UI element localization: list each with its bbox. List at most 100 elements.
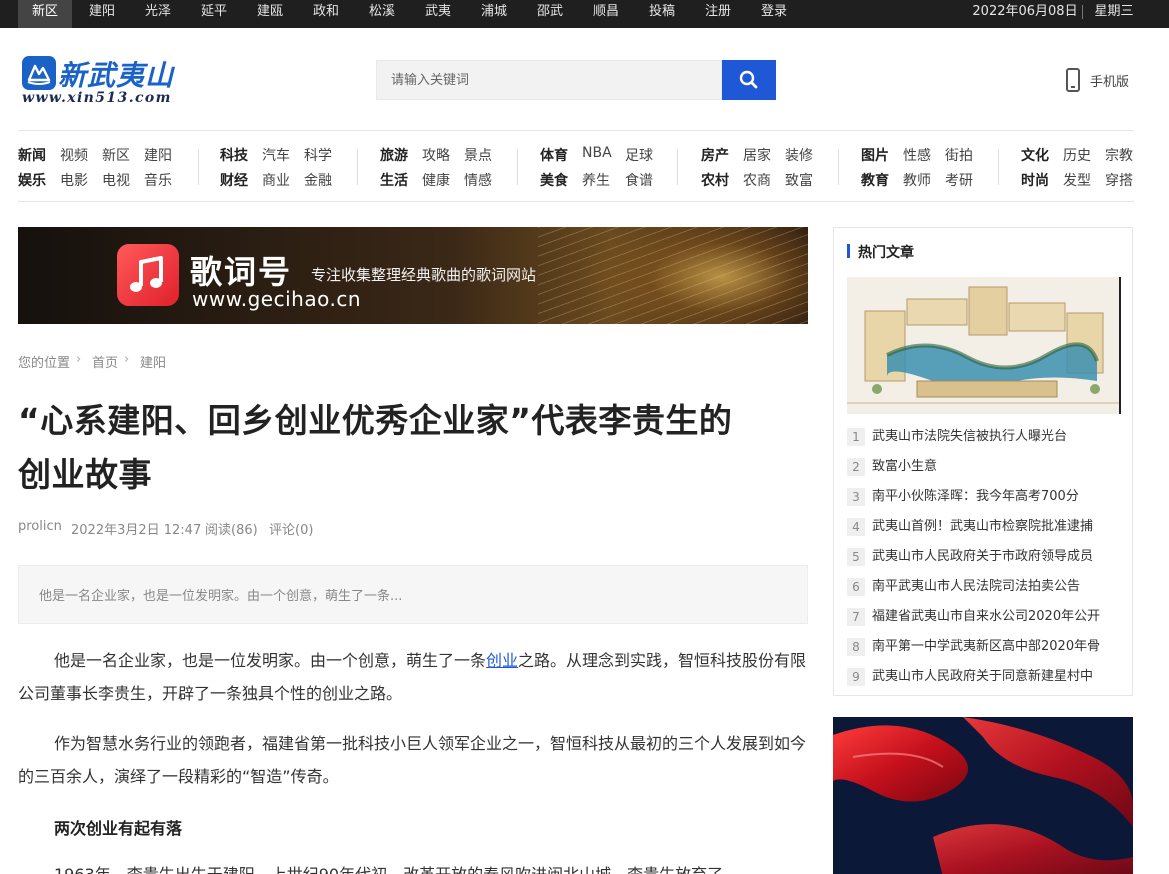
nav-group-house: 房产 居家 装修 农村 农商 致富 xyxy=(701,145,821,193)
hot-article-link[interactable]: 致富小生意 xyxy=(872,458,1122,476)
nav-link[interactable]: 养生 xyxy=(582,170,610,190)
nav-link[interactable]: 景点 xyxy=(464,145,492,165)
breadcrumb-home[interactable]: 首页 xyxy=(92,352,118,371)
nav-link[interactable]: 美食 xyxy=(540,170,568,190)
list-item[interactable]: 3 南平小伙陈泽晖：我今年高考700分 xyxy=(847,485,1123,515)
hot-article-link[interactable]: 武夷山市人民政府关于同意新建星村中 xyxy=(872,668,1122,686)
hot-article-link[interactable]: 武夷山市法院失信被执行人曝光台 xyxy=(872,428,1122,446)
nav-link[interactable]: 生活 xyxy=(380,170,408,190)
topbar-link-pucheng[interactable]: 浦城 xyxy=(466,0,522,28)
nav-link[interactable]: 旅游 xyxy=(380,145,408,165)
list-item[interactable]: 6 南平武夷山市人民法院司法拍卖公告 xyxy=(847,575,1123,605)
list-item[interactable]: 8 南平第一中学武夷新区高中部2020年骨 xyxy=(847,635,1123,665)
nav-link[interactable]: 健康 xyxy=(422,170,450,190)
nav-link[interactable]: 教育 xyxy=(861,170,889,190)
nav-link[interactable]: 音乐 xyxy=(144,170,172,190)
nav-link[interactable]: 宗教 xyxy=(1105,145,1133,165)
nav-link[interactable]: 足球 xyxy=(625,145,653,165)
topbar-link-songxi[interactable]: 松溪 xyxy=(354,0,410,28)
hot-article-link[interactable]: 南平小伙陈泽晖：我今年高考700分 xyxy=(872,488,1122,506)
nav-link[interactable]: 时尚 xyxy=(1021,170,1049,190)
search-button[interactable] xyxy=(722,60,776,100)
nav-link[interactable]: 装修 xyxy=(785,145,813,165)
banner-slogan: 专注收集整理经典歌曲的歌词网站 xyxy=(311,266,537,284)
topbar-link-jianou[interactable]: 建瓯 xyxy=(242,0,298,28)
nav-link[interactable]: 商业 xyxy=(262,170,290,190)
nav-link[interactable]: 图片 xyxy=(861,145,889,165)
article-paragraph: 作为智慧水务行业的领跑者，福建省第一批科技小巨人领军企业之一，智恒科技从最初的三… xyxy=(18,734,807,786)
nav-link[interactable]: 电影 xyxy=(60,170,88,190)
nav-link[interactable]: 攻略 xyxy=(422,145,450,165)
nav-link[interactable]: 考研 xyxy=(945,170,973,190)
topbar-link-shaowu[interactable]: 邵武 xyxy=(522,0,578,28)
rank-badge: 1 xyxy=(847,428,865,446)
list-item[interactable]: 2 致富小生意 xyxy=(847,455,1123,485)
hot-article-link[interactable]: 武夷山市人民政府关于市政府领导成员 xyxy=(872,548,1122,566)
submit-article-link[interactable]: 投稿 xyxy=(634,0,690,28)
mobile-version-label: 手机版 xyxy=(1090,75,1130,90)
nav-link[interactable]: 致富 xyxy=(785,170,813,190)
sidebar-ad[interactable] xyxy=(833,717,1133,874)
nav-link[interactable]: 情感 xyxy=(464,170,492,190)
topbar-link-jianyang[interactable]: 建阳 xyxy=(74,0,130,28)
nav-link[interactable]: 居家 xyxy=(743,145,771,165)
list-item[interactable]: 5 武夷山市人民政府关于市政府领导成员 xyxy=(847,545,1123,575)
nav-link[interactable]: 食谱 xyxy=(625,170,653,190)
topbar-link-shunchang[interactable]: 顺昌 xyxy=(578,0,634,28)
hot-article-link[interactable]: 武夷山首例！武夷山市检察院批准逮捕 xyxy=(872,518,1122,536)
breadcrumb-category[interactable]: 建阳 xyxy=(140,352,166,371)
nav-link[interactable]: 农村 xyxy=(701,170,729,190)
site-logo[interactable]: 新武夷山 www.xin513.com xyxy=(20,52,185,108)
nav-link[interactable]: 科学 xyxy=(304,145,332,165)
login-link[interactable]: 登录 xyxy=(746,0,802,28)
list-item[interactable]: 1 武夷山市法院失信被执行人曝光台 xyxy=(847,425,1123,455)
list-item[interactable]: 9 武夷山市人民政府关于同意新建星村中 xyxy=(847,665,1123,695)
section-marker xyxy=(847,244,850,258)
nav-divider xyxy=(838,149,839,185)
article-comments[interactable]: 评论(0) xyxy=(269,519,313,538)
nav-link[interactable]: 性感 xyxy=(903,145,931,165)
article-author[interactable]: prolicn xyxy=(18,519,62,534)
nav-link[interactable]: 财经 xyxy=(220,170,248,190)
nav-link[interactable]: 发型 xyxy=(1063,170,1091,190)
nav-link[interactable]: 汽车 xyxy=(262,145,290,165)
nav-link[interactable]: 街拍 xyxy=(945,145,973,165)
featured-image[interactable] xyxy=(847,277,1121,414)
nav-divider xyxy=(998,149,999,185)
nav-link[interactable]: 历史 xyxy=(1063,145,1091,165)
nav-link[interactable]: 教师 xyxy=(903,170,931,190)
tag-link[interactable]: 创业 xyxy=(486,651,518,670)
nav-link[interactable]: 娱乐 xyxy=(18,170,46,190)
nav-link[interactable]: 视频 xyxy=(60,145,88,165)
register-link[interactable]: 注册 xyxy=(690,0,746,28)
mobile-version-link[interactable]: 手机版 xyxy=(1064,68,1144,94)
nav-link[interactable]: 电视 xyxy=(102,170,130,190)
rank-badge: 9 xyxy=(847,668,865,686)
phone-icon xyxy=(1066,68,1080,92)
topbar-link-xinqu[interactable]: 新区 xyxy=(18,0,72,28)
list-item[interactable]: 7 福建省武夷山市自来水公司2020年公开 xyxy=(847,605,1123,635)
search-input[interactable] xyxy=(376,60,722,100)
nav-link[interactable]: 新区 xyxy=(102,145,130,165)
nav-link[interactable]: 科技 xyxy=(220,145,248,165)
list-item[interactable]: 4 武夷山首例！武夷山市检察院批准逮捕 xyxy=(847,515,1123,545)
article-title-line2: 创业故事 xyxy=(18,455,152,494)
nav-link[interactable]: 文化 xyxy=(1021,145,1049,165)
topbar-link-zhenghe[interactable]: 政和 xyxy=(298,0,354,28)
nav-link[interactable]: 农商 xyxy=(743,170,771,190)
topbar-link-yanping[interactable]: 延平 xyxy=(186,0,242,28)
nav-link[interactable]: 建阳 xyxy=(144,145,172,165)
nav-link[interactable]: 金融 xyxy=(304,170,332,190)
banner-ad[interactable]: 歌词号 专注收集整理经典歌曲的歌词网站 www.gecihao.cn xyxy=(18,227,808,324)
nav-link[interactable]: 穿搭 xyxy=(1105,170,1133,190)
nav-group-travel: 旅游 攻略 景点 生活 健康 情感 xyxy=(380,145,500,193)
topbar-link-guangze[interactable]: 光泽 xyxy=(130,0,186,28)
hot-article-link[interactable]: 南平武夷山市人民法院司法拍卖公告 xyxy=(872,578,1122,596)
nav-link[interactable]: 新闻 xyxy=(18,145,46,165)
topbar-link-wuyi[interactable]: 武夷 xyxy=(410,0,466,28)
hot-article-link[interactable]: 南平第一中学武夷新区高中部2020年骨 xyxy=(872,638,1122,656)
nav-link[interactable]: NBA xyxy=(582,145,612,161)
nav-link[interactable]: 体育 xyxy=(540,145,568,165)
hot-article-link[interactable]: 福建省武夷山市自来水公司2020年公开 xyxy=(872,608,1122,626)
nav-link[interactable]: 房产 xyxy=(701,145,729,165)
